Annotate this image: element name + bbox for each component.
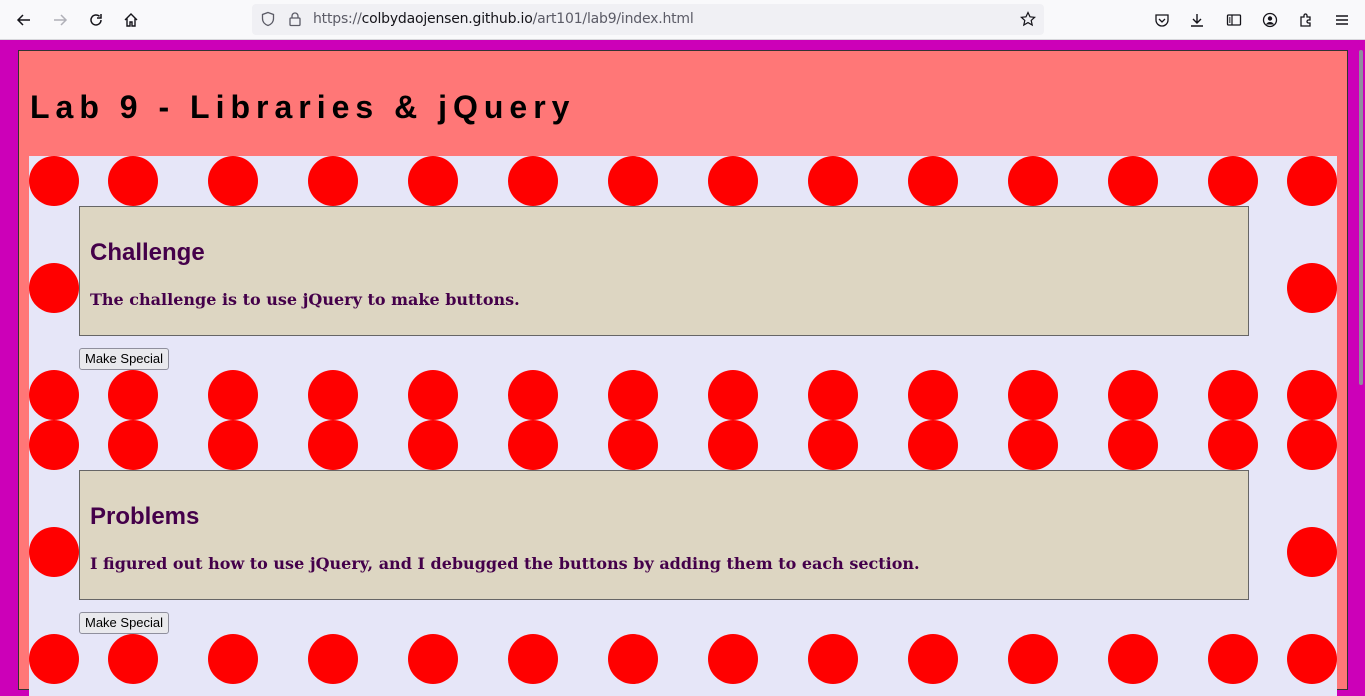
decorative-dot: [1208, 370, 1258, 420]
decorative-dot: [608, 634, 658, 684]
tracking-shield-icon[interactable]: [260, 11, 276, 27]
decorative-dot: [908, 156, 958, 206]
decorative-dot: [708, 370, 758, 420]
url-text: https://colbydaojensen.github.io/art101/…: [313, 11, 694, 27]
decorative-dot: [708, 156, 758, 206]
decorative-dot: [808, 634, 858, 684]
decorative-dot: [508, 420, 558, 470]
scrollbar[interactable]: [1359, 50, 1363, 385]
section-text: The challenge is to use jQuery to make b…: [90, 290, 520, 309]
decorative-dot: [1108, 156, 1158, 206]
downloads-icon[interactable]: [1185, 8, 1209, 32]
section-heading: Problems: [90, 503, 200, 530]
home-icon[interactable]: [119, 8, 143, 32]
decorative-dot: [1287, 156, 1337, 206]
decorative-dot: [1287, 634, 1337, 684]
decorative-dot: [408, 156, 458, 206]
bookmark-star-icon[interactable]: [1020, 11, 1036, 27]
decorative-dot: [608, 156, 658, 206]
account-icon[interactable]: [1258, 8, 1282, 32]
decorative-dot: [408, 370, 458, 420]
decorative-dot: [808, 156, 858, 206]
decorative-dot: [1108, 420, 1158, 470]
decorative-dot: [29, 156, 79, 206]
decorative-dot: [1208, 420, 1258, 470]
forward-icon[interactable]: [48, 8, 72, 32]
extensions-icon[interactable]: [1294, 8, 1318, 32]
section-text: I figured out how to use jQuery, and I d…: [90, 554, 920, 573]
decorative-dot: [29, 370, 79, 420]
section-heading: Challenge: [90, 239, 205, 266]
decorative-dot: [108, 634, 158, 684]
decorative-dot: [108, 156, 158, 206]
decorative-dot: [308, 420, 358, 470]
decorative-dot: [1287, 370, 1337, 420]
back-icon[interactable]: [12, 8, 36, 32]
decorative-dot: [908, 420, 958, 470]
section-card-problems: Problems I figured out how to use jQuery…: [79, 470, 1249, 600]
decorative-dot: [508, 156, 558, 206]
decorative-dot: [1208, 634, 1258, 684]
make-special-button[interactable]: Make Special: [79, 348, 170, 370]
decorative-dot: [1108, 370, 1158, 420]
decorative-dot: [608, 370, 658, 420]
decorative-dot: [408, 634, 458, 684]
decorative-dot: [1287, 420, 1337, 470]
decorative-dot: [208, 420, 258, 470]
decorative-dot: [29, 420, 79, 470]
browser-toolbar: https://colbydaojensen.github.io/art101/…: [0, 0, 1365, 40]
decorative-dot: [808, 370, 858, 420]
decorative-dot: [1287, 527, 1337, 577]
decorative-dot: [708, 634, 758, 684]
decorative-dot: [308, 370, 358, 420]
decorative-dot: [29, 634, 79, 684]
decorative-dot: [108, 420, 158, 470]
make-special-button[interactable]: Make Special: [79, 612, 170, 634]
lock-icon[interactable]: [287, 11, 303, 27]
decorative-dot: [508, 370, 558, 420]
decorative-dot: [1287, 263, 1337, 313]
decorative-dot: [208, 370, 258, 420]
sidebar-icon[interactable]: [1222, 8, 1246, 32]
decorative-dot: [508, 634, 558, 684]
reload-icon[interactable]: [84, 8, 108, 32]
decorative-dot: [29, 527, 79, 577]
decorative-dot: [29, 263, 79, 313]
decorative-dot: [808, 420, 858, 470]
decorative-dot: [1008, 420, 1058, 470]
page-container: Lab 9 - Libraries & jQuery Challenge The…: [18, 50, 1348, 696]
section-card-challenge: Challenge The challenge is to use jQuery…: [79, 206, 1249, 336]
decorative-dot: [908, 634, 958, 684]
decorative-dot: [908, 370, 958, 420]
decorative-dot: [408, 420, 458, 470]
decorative-dot: [1108, 634, 1158, 684]
decorative-dot: [208, 634, 258, 684]
decorative-dot: [108, 370, 158, 420]
decorative-dot: [708, 420, 758, 470]
decorative-dot: [1008, 634, 1058, 684]
content-area: Challenge The challenge is to use jQuery…: [29, 156, 1337, 696]
decorative-dot: [608, 420, 658, 470]
menu-icon[interactable]: [1330, 8, 1354, 32]
decorative-dot: [1008, 156, 1058, 206]
decorative-dot: [308, 156, 358, 206]
decorative-dot: [1208, 156, 1258, 206]
pocket-icon[interactable]: [1150, 8, 1174, 32]
decorative-dot: [308, 634, 358, 684]
url-bar[interactable]: https://colbydaojensen.github.io/art101/…: [252, 4, 1044, 35]
decorative-dot: [1008, 370, 1058, 420]
decorative-dot: [208, 156, 258, 206]
page-title: Lab 9 - Libraries & jQuery: [30, 89, 576, 125]
